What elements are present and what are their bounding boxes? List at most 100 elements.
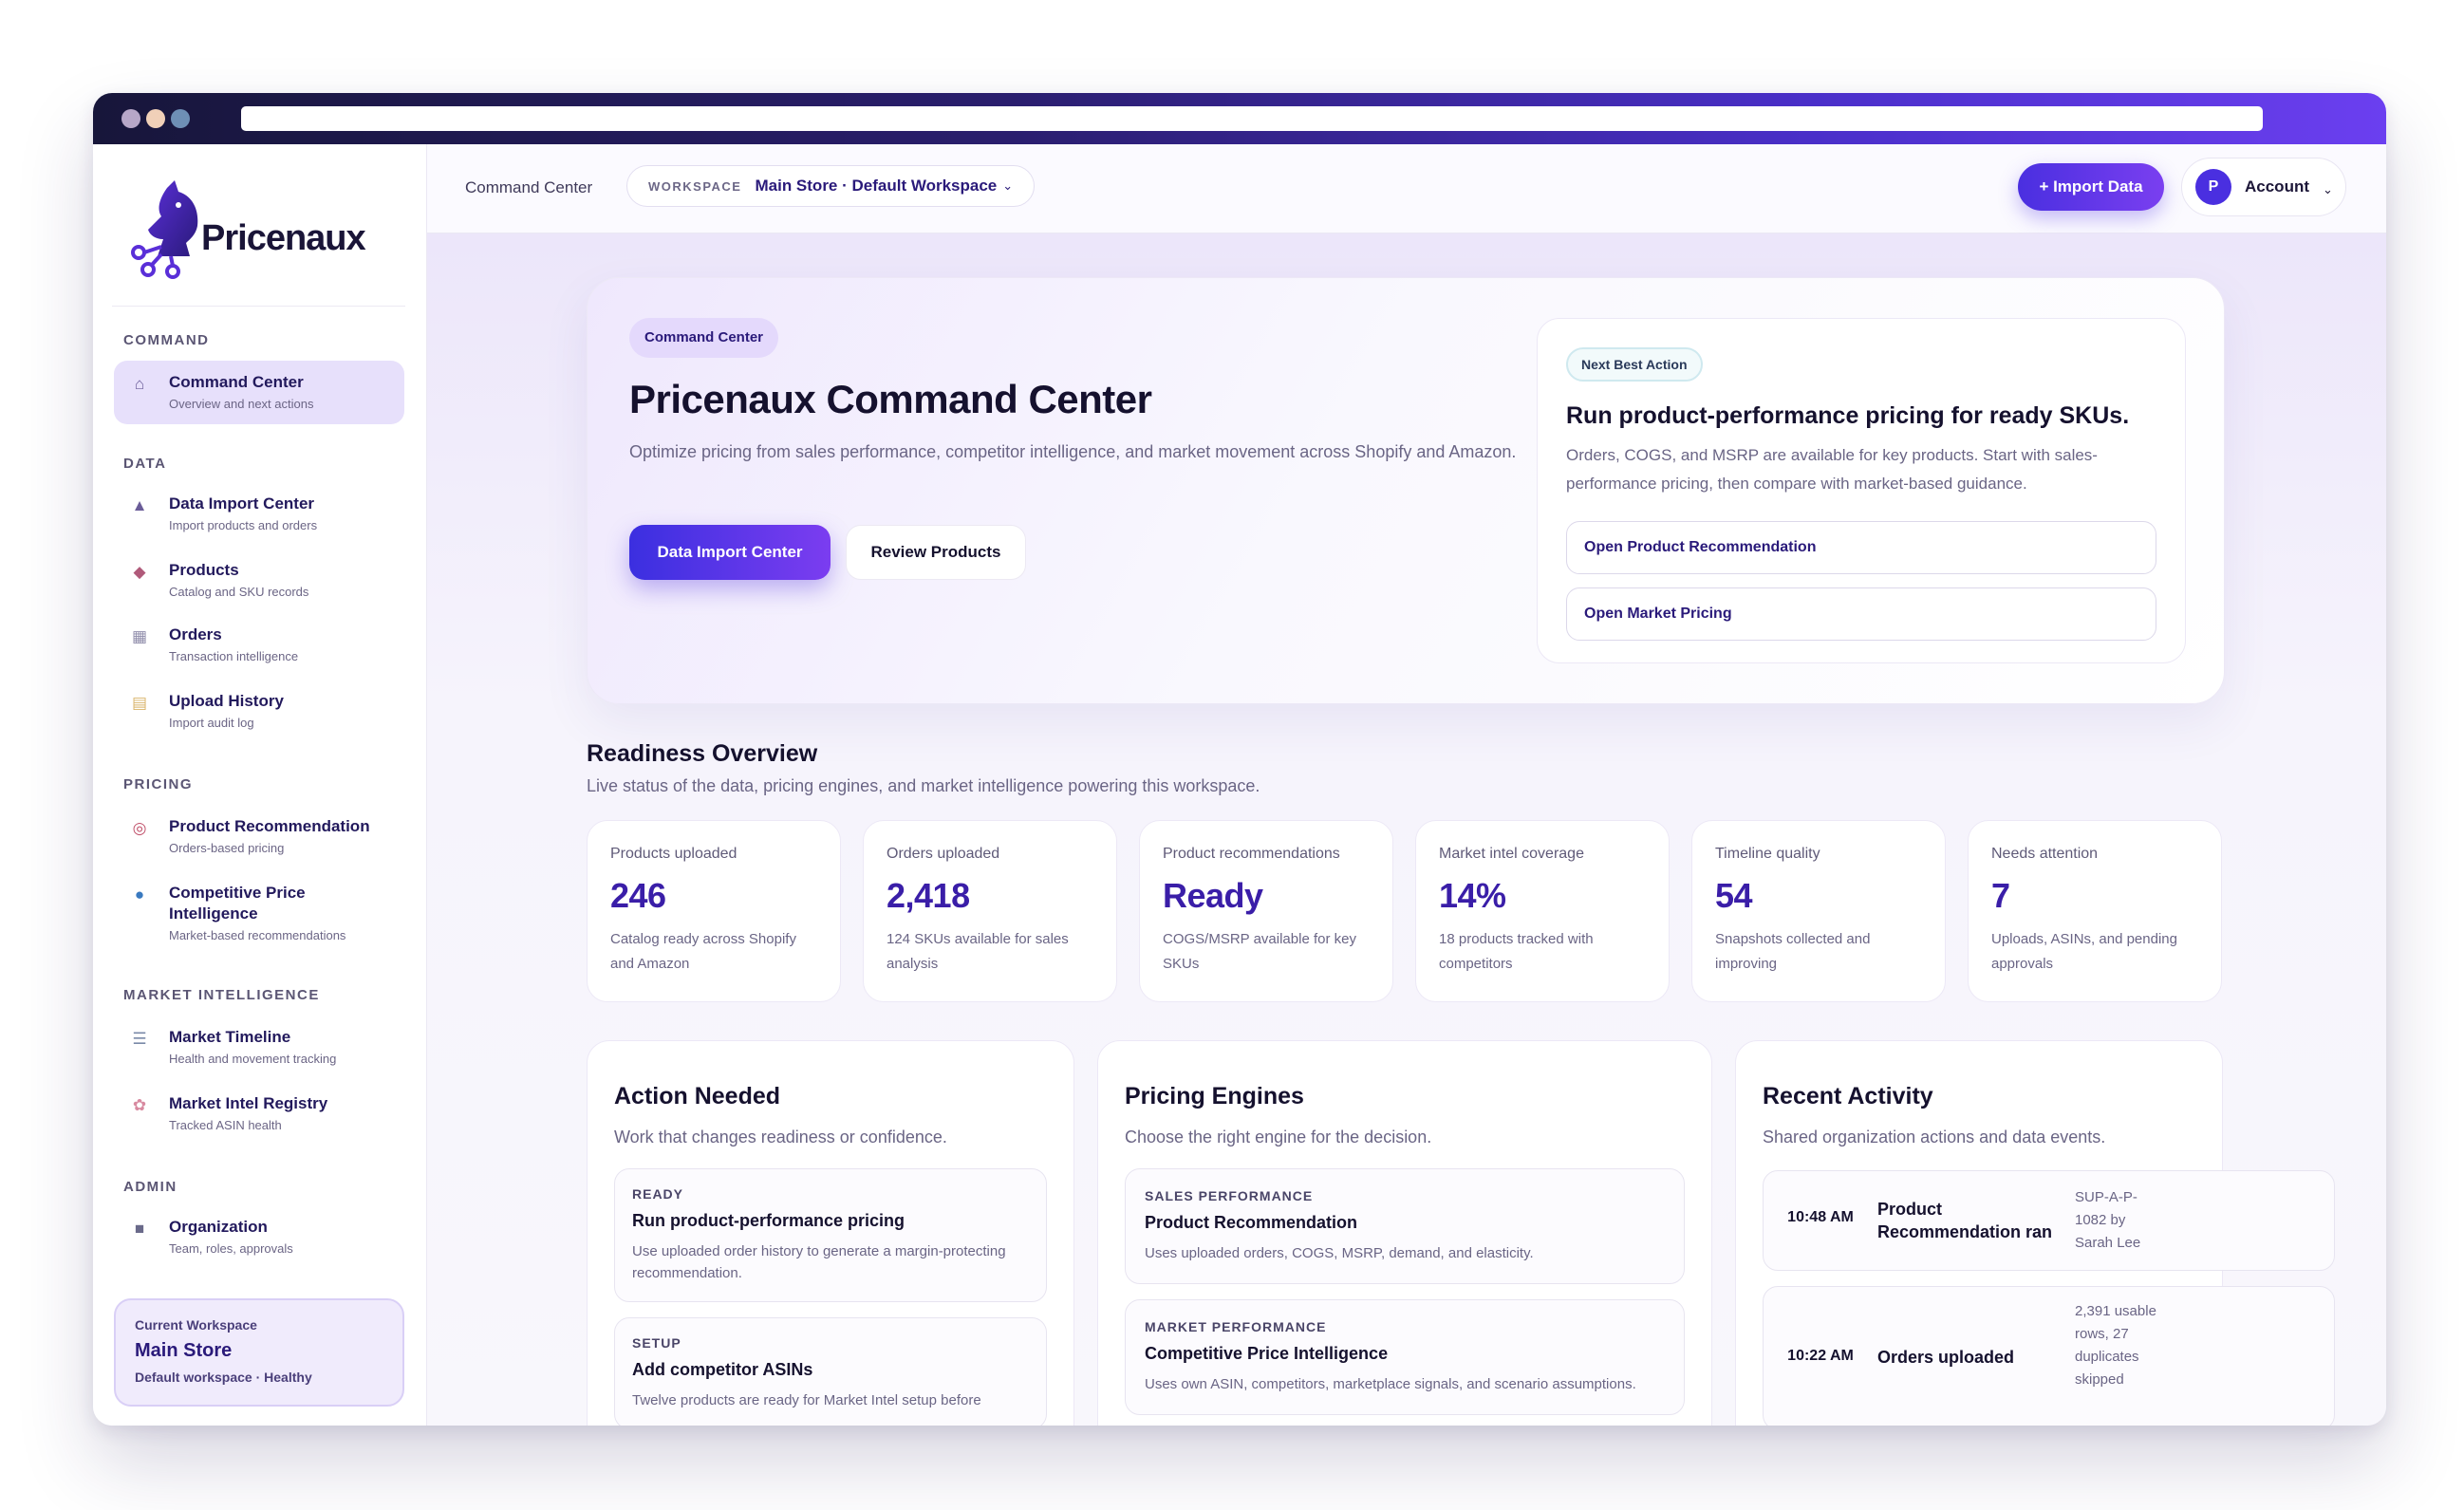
avatar: P (2195, 169, 2231, 205)
workspace-card-label: Current Workspace (135, 1317, 257, 1333)
open-market-pricing-button[interactable]: Open Market Pricing (1566, 587, 2156, 641)
engine-card-market-performance[interactable]: MARKET PERFORMANCE Competitive Price Int… (1125, 1299, 1685, 1415)
building-icon: ■ (134, 1220, 145, 1238)
sidebar-item-market-timeline[interactable]: ☰ Market Timeline Health and movement tr… (114, 1016, 404, 1079)
engine-description: Uses own ASIN, competitors, marketplace … (1145, 1376, 1636, 1392)
stat-card-products[interactable]: Products uploaded 246 Catalog ready acro… (587, 820, 841, 1002)
page-title: Pricenaux Command Center (629, 377, 1152, 421)
hero-tag: Command Center (629, 318, 779, 358)
next-best-action-title: Run product-performance pricing for read… (1566, 402, 2130, 429)
upload-icon: ▲ (131, 496, 148, 514)
task-title: Add competitor ASINs (632, 1360, 813, 1379)
sidebar-item-market-intel-registry[interactable]: ✿ Market Intel Registry Tracked ASIN hea… (114, 1082, 404, 1146)
next-best-action-description: Orders, COGS, and MSRP are available for… (1566, 446, 2098, 493)
engine-title: Product Recommendation (1145, 1213, 1358, 1232)
home-icon: ⌂ (134, 375, 145, 393)
task-title: Run product-performance pricing (632, 1211, 905, 1230)
stat-description: COGS/MSRP available for key SKUs (1163, 931, 1356, 972)
stat-value: 246 (610, 876, 666, 915)
nav-item-subtitle: Market-based recommendations (169, 928, 346, 942)
stat-value: 2,418 (887, 876, 970, 915)
activity-time: 10:48 AM (1787, 1209, 1854, 1225)
task-description: Twelve products are ready for Market Int… (632, 1392, 981, 1408)
nav-item-subtitle: Tracked ASIN health (169, 1118, 282, 1132)
browser-titlebar (93, 93, 2386, 144)
task-status: READY (632, 1186, 684, 1202)
task-card[interactable]: SETUP Add competitor ASINs Twelve produc… (614, 1317, 1047, 1426)
panel-title: Pricing Engines (1125, 1083, 1304, 1109)
nav-section-pricing: PRICING (123, 776, 194, 792)
panel-subtitle: Work that changes readiness or confidenc… (614, 1128, 947, 1146)
account-menu[interactable]: P Account ⌄ (2181, 158, 2346, 216)
stat-label: Market intel coverage (1439, 846, 1584, 862)
breadcrumb: Command Center (465, 178, 593, 196)
sidebar-item-organization[interactable]: ■ Organization Team, roles, approvals (114, 1205, 404, 1269)
brain-icon: ✿ (132, 1096, 147, 1114)
stat-value: Ready (1163, 876, 1263, 915)
stat-value: 7 (1991, 876, 2010, 915)
stat-label: Timeline quality (1715, 846, 1820, 862)
stat-card-timeline-quality[interactable]: Timeline quality 54 Snapshots collected … (1691, 820, 1946, 1002)
sidebar-item-products[interactable]: ◆ Products Catalog and SKU records (114, 549, 404, 612)
import-data-button[interactable]: + Import Data (2018, 163, 2164, 211)
activity-detail: SUP-A-P-1082 by Sarah Lee (2075, 1189, 2141, 1251)
current-workspace-card[interactable]: Current Workspace Main Store Default wor… (114, 1298, 404, 1407)
readiness-subtitle: Live status of the data, pricing engines… (587, 776, 1260, 795)
nav-item-subtitle: Import audit log (169, 716, 254, 730)
nav-item-subtitle: Overview and next actions (169, 397, 314, 411)
sidebar-item-competitive-price-intelligence[interactable]: ● Competitive Price Intelligence Market-… (114, 871, 404, 956)
window-maximize-dot[interactable] (171, 109, 190, 128)
top-bar: Command Center WORKSPACE Main Store · De… (427, 144, 2386, 233)
brand-logo[interactable]: Pricenaux (129, 177, 366, 281)
main-content: Command Center Pricenaux Command Center … (427, 233, 2386, 1426)
nav-section-market-intelligence: MARKET INTELLIGENCE (123, 987, 320, 1003)
nav-item-subtitle: Health and movement tracking (169, 1052, 337, 1066)
nav-item-title: Competitive Price Intelligence (169, 884, 306, 923)
window-minimize-dot[interactable] (146, 109, 165, 128)
stat-card-market-intel[interactable]: Market intel coverage 14% 18 products tr… (1415, 820, 1670, 1002)
hero-card: Command Center Pricenaux Command Center … (587, 277, 2225, 704)
nav-section-admin: ADMIN (123, 1179, 177, 1195)
readiness-title: Readiness Overview (587, 740, 818, 767)
activity-detail: 2,391 usable rows, 27 duplicates skipped (2075, 1303, 2156, 1388)
engine-kind: SALES PERFORMANCE (1145, 1188, 1314, 1203)
sidebar: Pricenaux COMMAND ⌂ Command Center Overv… (93, 144, 427, 1426)
data-import-center-button[interactable]: Data Import Center (629, 525, 831, 580)
chart-icon: ☰ (132, 1030, 147, 1048)
address-bar[interactable] (241, 106, 2263, 131)
workspace-selector[interactable]: WORKSPACE Main Store · Default Workspace… (626, 165, 1036, 207)
chevron-down-icon: ⌄ (1002, 178, 1014, 193)
stat-description: Catalog ready across Shopify and Amazon (610, 931, 796, 972)
engine-card-sales-performance[interactable]: SALES PERFORMANCE Product Recommendation… (1125, 1168, 1685, 1284)
panel-subtitle: Choose the right engine for the decision… (1125, 1128, 1432, 1146)
sidebar-item-orders[interactable]: ▦ Orders Transaction intelligence (114, 613, 404, 677)
open-product-recommendation-button[interactable]: Open Product Recommendation (1566, 521, 2156, 574)
globe-icon: ● (134, 885, 145, 904)
stat-card-recommendations[interactable]: Product recommendations Ready COGS/MSRP … (1139, 820, 1393, 1002)
stat-card-needs-attention[interactable]: Needs attention 7 Uploads, ASINs, and pe… (1968, 820, 2222, 1002)
activity-row[interactable]: 10:22 AM Orders uploaded 2,391 usable ro… (1763, 1286, 2335, 1426)
action-needed-panel: Action Needed Work that changes readines… (587, 1040, 1074, 1426)
panel-subtitle: Shared organization actions and data eve… (1763, 1128, 2106, 1146)
stat-value: 54 (1715, 876, 1753, 915)
browser-window: Pricenaux COMMAND ⌂ Command Center Overv… (93, 93, 2386, 1426)
sidebar-item-product-recommendation[interactable]: ◎ Product Recommendation Orders-based pr… (114, 805, 404, 868)
stat-description: 18 products tracked with competitors (1439, 931, 1594, 972)
sidebar-item-upload-history[interactable]: ▤ Upload History Import audit log (114, 680, 404, 743)
activity-row[interactable]: 10:48 AM Product Recommendation ran SUP-… (1763, 1170, 2335, 1271)
nav-item-subtitle: Transaction intelligence (169, 649, 299, 663)
task-card[interactable]: READY Run product-performance pricing Us… (614, 1168, 1047, 1302)
review-products-button[interactable]: Review Products (846, 525, 1026, 580)
sidebar-item-data-import-center[interactable]: ▲ Data Import Center Import products and… (114, 482, 404, 546)
window-close-dot[interactable] (121, 109, 140, 128)
scroll-icon: ▤ (131, 694, 148, 712)
pricing-engines-panel: Pricing Engines Choose the right engine … (1097, 1040, 1712, 1426)
sidebar-item-command-center[interactable]: ⌂ Command Center Overview and next actio… (114, 361, 404, 424)
nav-section-data: DATA (123, 456, 167, 472)
box-icon: ◆ (133, 563, 146, 581)
task-description: Use uploaded order history to generate a… (632, 1243, 1006, 1281)
stat-label: Needs attention (1991, 846, 2099, 862)
stat-card-orders[interactable]: Orders uploaded 2,418 124 SKUs available… (863, 820, 1117, 1002)
engine-kind: MARKET PERFORMANCE (1145, 1319, 1327, 1334)
workspace-card-status: Default workspace · Healthy (135, 1370, 312, 1385)
